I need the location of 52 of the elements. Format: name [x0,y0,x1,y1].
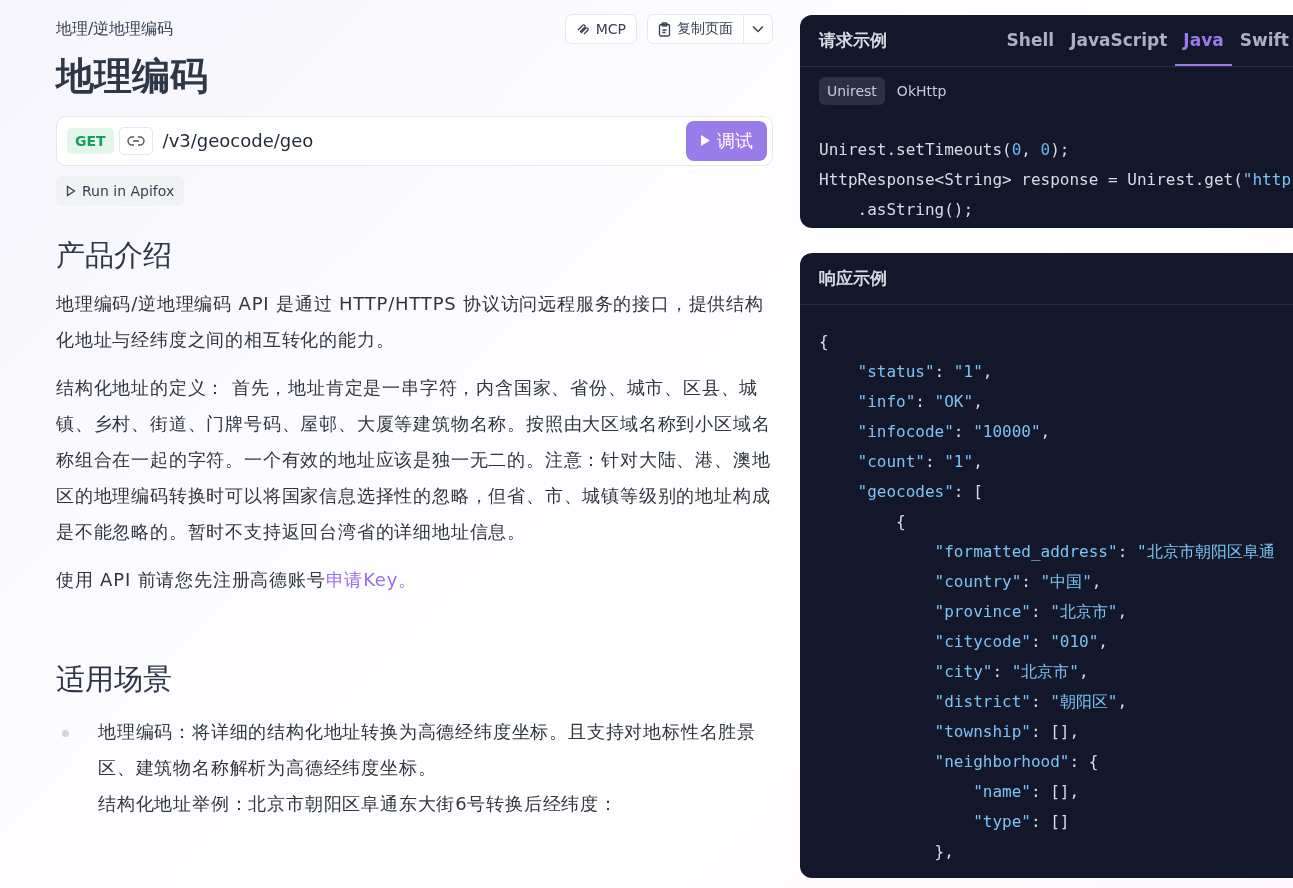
code-line: "infocode": "10000", [856,421,1051,443]
code-line: "neighborhood": { [933,751,1099,773]
section-heading: 适用场景 [56,660,173,698]
paragraph: 地理编码/逆地理编码 API 是通过 HTTP/HTTPS 协议访问远程服务的接口，提供结构化地址与经纬度之间的相互转化的能力。 [56,291,765,352]
code-line: Unirest.setTimeouts(0, 0); [819,139,1070,161]
code-line: { [895,511,906,533]
breadcrumb[interactable]: 地理/逆地理编码 [56,18,174,40]
list-text: 结构化地址举例：北京市朝阳区阜通东大街6号转换后经纬度： [98,791,619,816]
code-line: "count": "1", [856,451,983,473]
link-button[interactable] [118,126,153,155]
play-icon [700,134,711,148]
link-icon [126,134,145,147]
language-tab[interactable]: Java [1175,15,1232,66]
code-line: "info": "OK", [856,391,983,413]
code-line: }, [933,841,954,863]
code-line: "city": "北京市", [933,661,1089,683]
code-line: "district": "朝阳区", [933,691,1128,713]
code-line: "country": "中国", [933,571,1102,593]
copy-page-button[interactable]: 复制页面 [647,14,773,44]
endpoint-path: /v3/geocode/geo [162,130,315,152]
code-line: HttpResponse<String> response = Unirest.get("http [819,169,1291,191]
code-line: "name": [], [972,781,1080,803]
library-tab[interactable]: Unirest [819,77,885,105]
apply-key-link[interactable]: 申请Key。 [325,568,417,590]
clipboard-icon [658,21,671,37]
code-line: .asString(); [856,199,974,221]
panel-title: 响应示例 [819,267,887,290]
library-tab[interactable]: OkHttp [888,77,955,105]
code-line: "township": [], [933,721,1080,743]
code-line: "citycode": "010", [933,631,1108,653]
language-tab[interactable]: JavaScript [1062,15,1176,66]
chevron-down-icon[interactable] [752,25,764,33]
list-text: 地理编码：将详细的结构化地址转换为高德经纬度坐标。且支持对地标性名胜景区、建筑物名称解析为高德经纬度坐标。 [98,719,757,780]
method-badge: GET [67,127,114,154]
run-in-apifox-button[interactable]: Run in Apifox [56,175,185,206]
paragraph: 使用 API 前请您先注册高德账号申请Key。 [56,567,418,592]
language-tab[interactable]: Swift [1231,15,1293,66]
code-line: "formatted_address": "北京市朝阳区阜通 [933,541,1275,563]
mcp-button[interactable]: MCP [564,14,637,44]
code-line: { [819,331,829,353]
language-tab[interactable]: Shell [998,15,1063,66]
paragraph: 结构化地址的定义： 首先，地址肯定是一串字符，内含国家、省份、城市、区县、城镇、乡村、街道、门牌号码、屋邨、大厦等建筑物名称。按照由大区域名称到小区域名称组合在一起的字符。一个有效的地址应该是独一无二的。注意：针对大陆、港、澳地区的地理编码转换时可以将国家信息选择性的忽略，但省、市、城镇等级别的地址构成是不能忽略的。暂时不支持返回台湾省的详细地址信息。 [56,375,772,544]
code-line: "geocodes": [ [856,481,983,503]
layers-icon [575,22,590,36]
code-line: "status": "1", [856,361,993,383]
panel-title: 请求示例 [819,29,887,52]
code-line: "province": "北京市", [933,601,1128,623]
play-icon [66,184,76,197]
page-title: 地理编码 [56,54,209,100]
section-heading: 产品介绍 [56,236,173,274]
bullet-dot [62,729,69,737]
code-line: "type": [] [972,811,1070,833]
